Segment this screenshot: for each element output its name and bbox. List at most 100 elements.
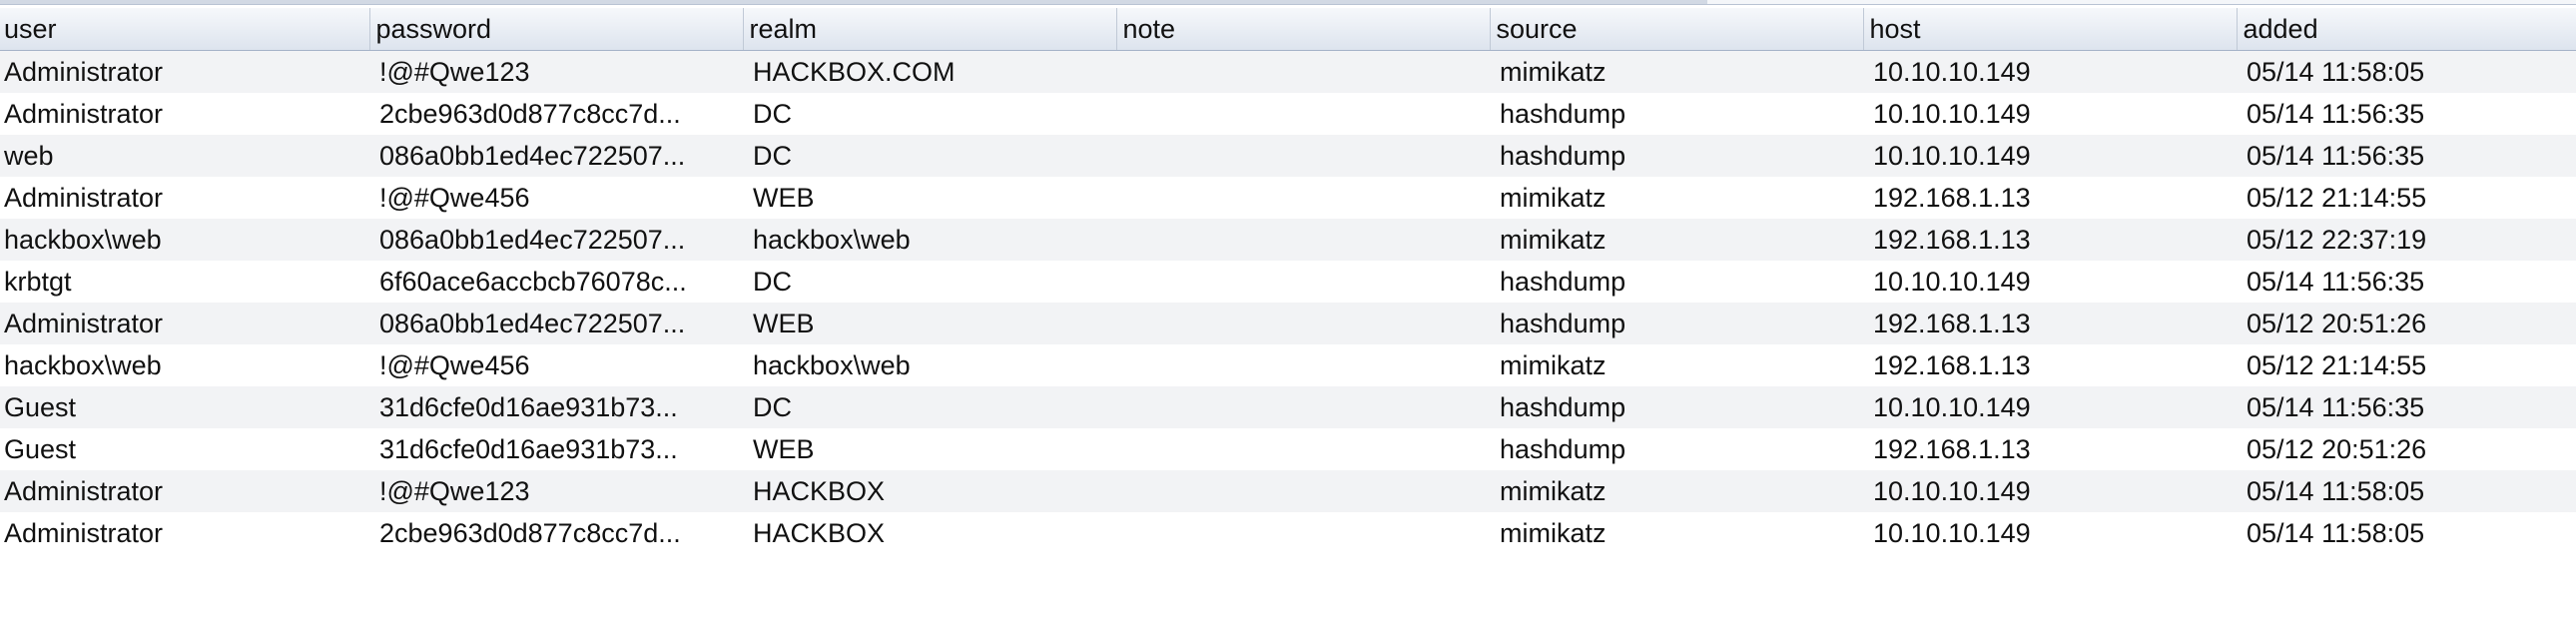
- column-header-source[interactable]: source: [1490, 8, 1864, 51]
- table-row[interactable]: Guest 31d6cfe0d16ae931b73... DC hashdump 10.…: [0, 386, 2576, 428]
- cell-added: 05/12 21:14:55: [2237, 177, 2576, 219]
- cell-realm: DC: [743, 386, 1116, 428]
- cell-user: Administrator: [0, 93, 369, 135]
- cell-password: !@#Qwe456: [369, 344, 743, 386]
- cell-source: mimikatz: [1490, 219, 1863, 261]
- cell-password: 2cbe963d0d877c8cc7d...: [369, 512, 743, 554]
- tab-strip-segment[interactable]: [589, 0, 1059, 4]
- cell-user: Guest: [0, 386, 369, 428]
- cell-added: 05/14 11:58:05: [2237, 50, 2576, 93]
- table-row[interactable]: Administrator !@#Qwe456 WEB mimikatz 192.168…: [0, 177, 2576, 219]
- table-row[interactable]: Administrator 2cbe963d0d877c8cc7d... DC has…: [0, 93, 2576, 135]
- cell-added: 05/14 11:56:35: [2237, 135, 2576, 177]
- cell-source: mimikatz: [1490, 512, 1863, 554]
- table-header-row: user password realm note source host added: [0, 8, 2576, 51]
- tab-strip-segment[interactable]: [0, 0, 111, 4]
- table-row[interactable]: hackbox\web 086a0bb1ed4ec722507... hackbox…: [0, 219, 2576, 261]
- cell-host: 10.10.10.149: [1863, 470, 2237, 512]
- cell-source: hashdump: [1490, 93, 1863, 135]
- column-header-realm[interactable]: realm: [743, 8, 1117, 51]
- tab-strip-segment[interactable]: [1707, 0, 2576, 4]
- cell-host: 10.10.10.149: [1863, 93, 2237, 135]
- tab-strip-segment[interactable]: [1058, 0, 1708, 4]
- cell-source: mimikatz: [1490, 470, 1863, 512]
- cell-password: 2cbe963d0d877c8cc7d...: [369, 93, 743, 135]
- cell-user: hackbox\web: [0, 219, 369, 261]
- cell-user: Administrator: [0, 50, 369, 93]
- cell-realm: hackbox\web: [743, 219, 1116, 261]
- table-row[interactable]: Administrator !@#Qwe123 HACKBOX.COM mimikat…: [0, 50, 2576, 93]
- cell-host: 192.168.1.13: [1863, 428, 2237, 470]
- table-row[interactable]: web 086a0bb1ed4ec722507... DC hashdump 10.10…: [0, 135, 2576, 177]
- cell-realm: DC: [743, 93, 1116, 135]
- cell-user: hackbox\web: [0, 344, 369, 386]
- cell-note: [1116, 303, 1490, 344]
- cell-host: 10.10.10.149: [1863, 261, 2237, 303]
- cell-user: Administrator: [0, 512, 369, 554]
- cell-user: Administrator: [0, 177, 369, 219]
- cell-note: [1116, 135, 1490, 177]
- cell-realm: HACKBOX.COM: [743, 50, 1116, 93]
- cell-source: hashdump: [1490, 135, 1863, 177]
- cell-realm: WEB: [743, 177, 1116, 219]
- cell-source: mimikatz: [1490, 344, 1863, 386]
- cell-password: !@#Qwe123: [369, 50, 743, 93]
- column-header-note[interactable]: note: [1116, 8, 1491, 51]
- cell-host: 192.168.1.13: [1863, 177, 2237, 219]
- cell-realm: DC: [743, 261, 1116, 303]
- tab-strip: [0, 0, 2576, 5]
- cell-password: 6f60ace6accbcb76078c...: [369, 261, 743, 303]
- table-row[interactable]: Administrator 2cbe963d0d877c8cc7d... HACKB…: [0, 512, 2576, 554]
- cell-user: web: [0, 135, 369, 177]
- cell-note: [1116, 219, 1490, 261]
- cell-user: krbtgt: [0, 261, 369, 303]
- column-header-user[interactable]: user: [0, 8, 370, 51]
- cell-source: hashdump: [1490, 428, 1863, 470]
- cell-note: [1116, 344, 1490, 386]
- cell-realm: HACKBOX: [743, 512, 1116, 554]
- cell-host: 10.10.10.149: [1863, 512, 2237, 554]
- table-row[interactable]: hackbox\web !@#Qwe456 hackbox\web mimikatz 1…: [0, 344, 2576, 386]
- column-header-password[interactable]: password: [369, 8, 744, 51]
- cell-added: 05/12 20:51:26: [2237, 428, 2576, 470]
- cell-source: hashdump: [1490, 303, 1863, 344]
- cell-password: !@#Qwe123: [369, 470, 743, 512]
- cell-added: 05/12 22:37:19: [2237, 219, 2576, 261]
- cell-user: Guest: [0, 428, 369, 470]
- table-body: Administrator !@#Qwe123 HACKBOX.COM mimikat…: [0, 50, 2576, 554]
- cell-realm: HACKBOX: [743, 470, 1116, 512]
- cell-note: [1116, 512, 1490, 554]
- cell-note: [1116, 386, 1490, 428]
- column-header-added[interactable]: added: [2237, 8, 2576, 51]
- cell-host: 10.10.10.149: [1863, 386, 2237, 428]
- column-header-host[interactable]: host: [1863, 8, 2238, 51]
- cell-host: 192.168.1.13: [1863, 303, 2237, 344]
- cell-host: 192.168.1.13: [1863, 219, 2237, 261]
- cell-realm: WEB: [743, 303, 1116, 344]
- cell-password: 086a0bb1ed4ec722507...: [369, 219, 743, 261]
- cell-source: mimikatz: [1490, 50, 1863, 93]
- cell-user: Administrator: [0, 470, 369, 512]
- table-row[interactable]: Administrator !@#Qwe123 HACKBOX mimikatz 10.…: [0, 470, 2576, 512]
- cell-note: [1116, 261, 1490, 303]
- cell-added: 05/12 20:51:26: [2237, 303, 2576, 344]
- cell-password: !@#Qwe456: [369, 177, 743, 219]
- cell-realm: WEB: [743, 428, 1116, 470]
- cell-added: 05/12 21:14:55: [2237, 344, 2576, 386]
- table-row[interactable]: Guest 31d6cfe0d16ae931b73... WEB hashdump 19…: [0, 428, 2576, 470]
- tab-strip-segment[interactable]: [110, 0, 590, 4]
- cell-password: 086a0bb1ed4ec722507...: [369, 135, 743, 177]
- table-row[interactable]: krbtgt 6f60ace6accbcb76078c... DC hashdump 1…: [0, 261, 2576, 303]
- cell-user: Administrator: [0, 303, 369, 344]
- cell-realm: hackbox\web: [743, 344, 1116, 386]
- credentials-table: user password realm note source host added Adm…: [0, 8, 2576, 554]
- cell-note: [1116, 50, 1490, 93]
- cell-password: 086a0bb1ed4ec722507...: [369, 303, 743, 344]
- cell-note: [1116, 428, 1490, 470]
- cell-added: 05/14 11:56:35: [2237, 93, 2576, 135]
- cell-added: 05/14 11:58:05: [2237, 512, 2576, 554]
- cell-note: [1116, 470, 1490, 512]
- cell-note: [1116, 93, 1490, 135]
- table-row[interactable]: Administrator 086a0bb1ed4ec722507... WEB ha…: [0, 303, 2576, 344]
- cell-added: 05/14 11:56:35: [2237, 386, 2576, 428]
